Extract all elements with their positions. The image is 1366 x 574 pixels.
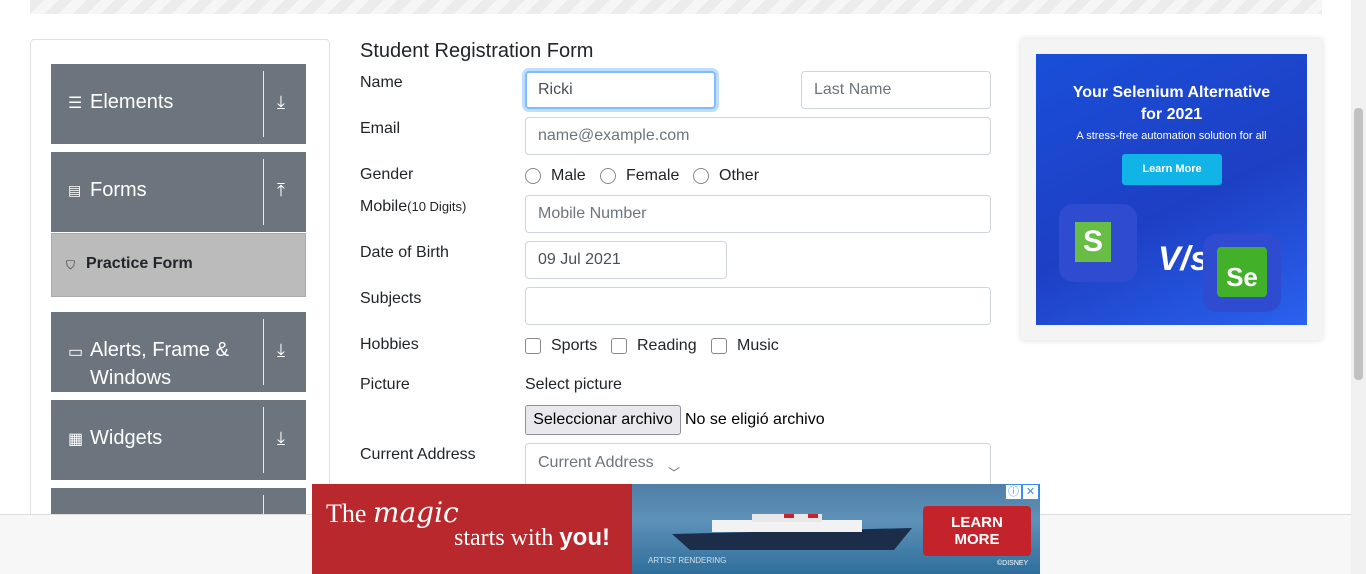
checkbox-box[interactable] (611, 338, 627, 354)
top-banner (30, 0, 1322, 14)
email-input[interactable] (525, 117, 991, 155)
checkbox-label: Music (737, 337, 779, 354)
first-name-input[interactable] (525, 71, 716, 109)
divider (263, 71, 264, 137)
ad-controls: ⓘ ✕ (1005, 484, 1039, 500)
hobbies-label: Hobbies (360, 336, 419, 353)
ad-subtext: A stress-free automation solution for al… (1076, 130, 1267, 142)
subjects-label: Subjects (360, 290, 422, 307)
cta-line2: MORE (954, 531, 1000, 548)
window-icon: ▭ (68, 344, 84, 361)
ad-headline: Your Selenium Alternative for 2021 (1036, 82, 1307, 126)
sidebar-group-label: Alerts, Frame & (90, 339, 229, 361)
picture-label: Picture (360, 376, 410, 393)
sidebar-group-label: Forms (90, 179, 147, 201)
ad-right-banner[interactable]: Your Selenium Alternative for 2021 A str… (1021, 39, 1322, 340)
divider (263, 159, 264, 225)
checkbox-label: Reading (637, 337, 697, 354)
mobile-label-text: Mobile (360, 198, 408, 215)
ad-line2: starts with you! (454, 524, 610, 552)
sidebar-group-elements[interactable]: ☰ Elements ⤓ (51, 64, 306, 144)
sidebar-group-alerts[interactable]: ▭ Alerts, Frame & Windows ⤓ (51, 312, 306, 392)
mobile-input[interactable] (525, 195, 991, 233)
logo-mark: Se (1217, 247, 1267, 297)
sidebar-group-widgets[interactable]: ▦ Widgets ⤓ (51, 400, 306, 480)
ad-headline-line2: for 2021 (1140, 106, 1203, 123)
file-upload-button[interactable]: Seleccionar archivo (525, 405, 681, 435)
radio-circle[interactable] (600, 168, 616, 184)
subjects-input[interactable] (525, 287, 991, 325)
ad-bottom-banner[interactable]: The magic starts with you! ARTIST RENDER… (312, 484, 1040, 574)
ad-headline-line1: Your Selenium Alternative (1072, 84, 1271, 101)
sidebar-group-forms[interactable]: ▤ Forms ⤒ (51, 152, 306, 232)
katalon-logo-icon: S (1059, 204, 1137, 282)
sidebar-group-label: Elements (90, 91, 174, 113)
cruise-ship-icon (672, 514, 912, 550)
divider (263, 319, 264, 385)
download-arrow-icon: ⤓ (277, 340, 285, 360)
gender-label: Gender (360, 166, 414, 183)
download-arrow-icon: ⤓ (277, 428, 285, 448)
dob-label: Date of Birth (360, 244, 449, 261)
cta-line1: LEARN (951, 514, 1003, 531)
ad-line2-a: starts with (454, 525, 554, 551)
gender-radio-female[interactable]: Female (600, 167, 679, 185)
email-label: Email (360, 120, 401, 137)
last-name-input[interactable] (801, 71, 991, 109)
hobby-checkbox-reading[interactable]: Reading (611, 337, 697, 355)
ad-line1-a: The (326, 499, 367, 528)
close-icon[interactable]: ✕ (1022, 484, 1039, 500)
sidebar-item-label: Practice Form (86, 255, 193, 272)
hobby-checkbox-music[interactable]: Music (711, 337, 779, 355)
ad-bottom-learn-more-button[interactable]: LEARN MORE (923, 506, 1031, 556)
radio-circle[interactable] (525, 168, 541, 184)
document-icon: ▤ (68, 182, 82, 198)
radio-label: Male (551, 167, 586, 184)
name-label: Name (360, 74, 403, 91)
form-title: Student Registration Form (360, 40, 594, 62)
sidebar-group-label-line2: Windows (90, 367, 172, 389)
html5-icon: ⛉ (66, 258, 76, 272)
widgets-icon: ▦ (68, 431, 84, 448)
selenium-logo-icon: Se (1203, 234, 1281, 312)
scrollbar[interactable] (1351, 0, 1366, 574)
divider (263, 407, 264, 473)
radio-circle[interactable] (693, 168, 709, 184)
radio-label: Other (719, 167, 760, 184)
radio-label: Female (626, 167, 680, 184)
checkbox-box[interactable] (711, 338, 727, 354)
ad-learn-more-button[interactable]: Learn More (1122, 154, 1222, 185)
logo-mark: S (1075, 222, 1111, 262)
ad-line1-b: magic (372, 496, 459, 529)
file-status-text: No se eligió archivo (685, 411, 825, 428)
sidebar: ☰ Elements ⤓ ▤ Forms ⤒ ⛉ Practice Form ▭… (30, 39, 330, 559)
hobby-checkbox-sports[interactable]: Sports (525, 337, 597, 355)
download-arrow-icon: ⤓ (277, 92, 285, 112)
ad-line1: The magic (326, 496, 459, 529)
checkbox-box[interactable] (525, 338, 541, 354)
checkbox-label: Sports (551, 337, 598, 354)
dob-input[interactable] (525, 241, 727, 279)
upload-arrow-icon: ⤒ (277, 180, 285, 200)
sidebar-item-practice-form[interactable]: ⛉ Practice Form (51, 233, 306, 297)
current-address-label: Current Address (360, 446, 476, 463)
select-picture-label: Select picture (525, 376, 622, 393)
ad-brand: ©DISNEY (997, 560, 1029, 567)
gender-radio-male[interactable]: Male (525, 167, 586, 185)
ad-caption: ARTIST RENDERING (648, 556, 727, 565)
sidebar-group-label: Widgets (90, 427, 163, 449)
hamburger-icon: ☰ (68, 95, 83, 112)
ad-line2-b: you! (559, 524, 610, 551)
mobile-hint: (10 Digits) (407, 199, 467, 214)
vs-text: V/s (1158, 240, 1210, 278)
textarea-placeholder: Current Address (538, 454, 654, 471)
ad-bottom-text-panel: The magic starts with you! (312, 484, 632, 574)
ad-right-creative[interactable]: Your Selenium Alternative for 2021 A str… (1036, 54, 1307, 325)
chevron-down-icon: ﹀ (668, 466, 681, 480)
scroll-thumb[interactable] (1354, 108, 1363, 380)
mobile-label: Mobile(10 Digits) (360, 198, 466, 216)
info-icon[interactable]: ⓘ (1005, 484, 1022, 500)
gender-radio-other[interactable]: Other (693, 167, 759, 185)
